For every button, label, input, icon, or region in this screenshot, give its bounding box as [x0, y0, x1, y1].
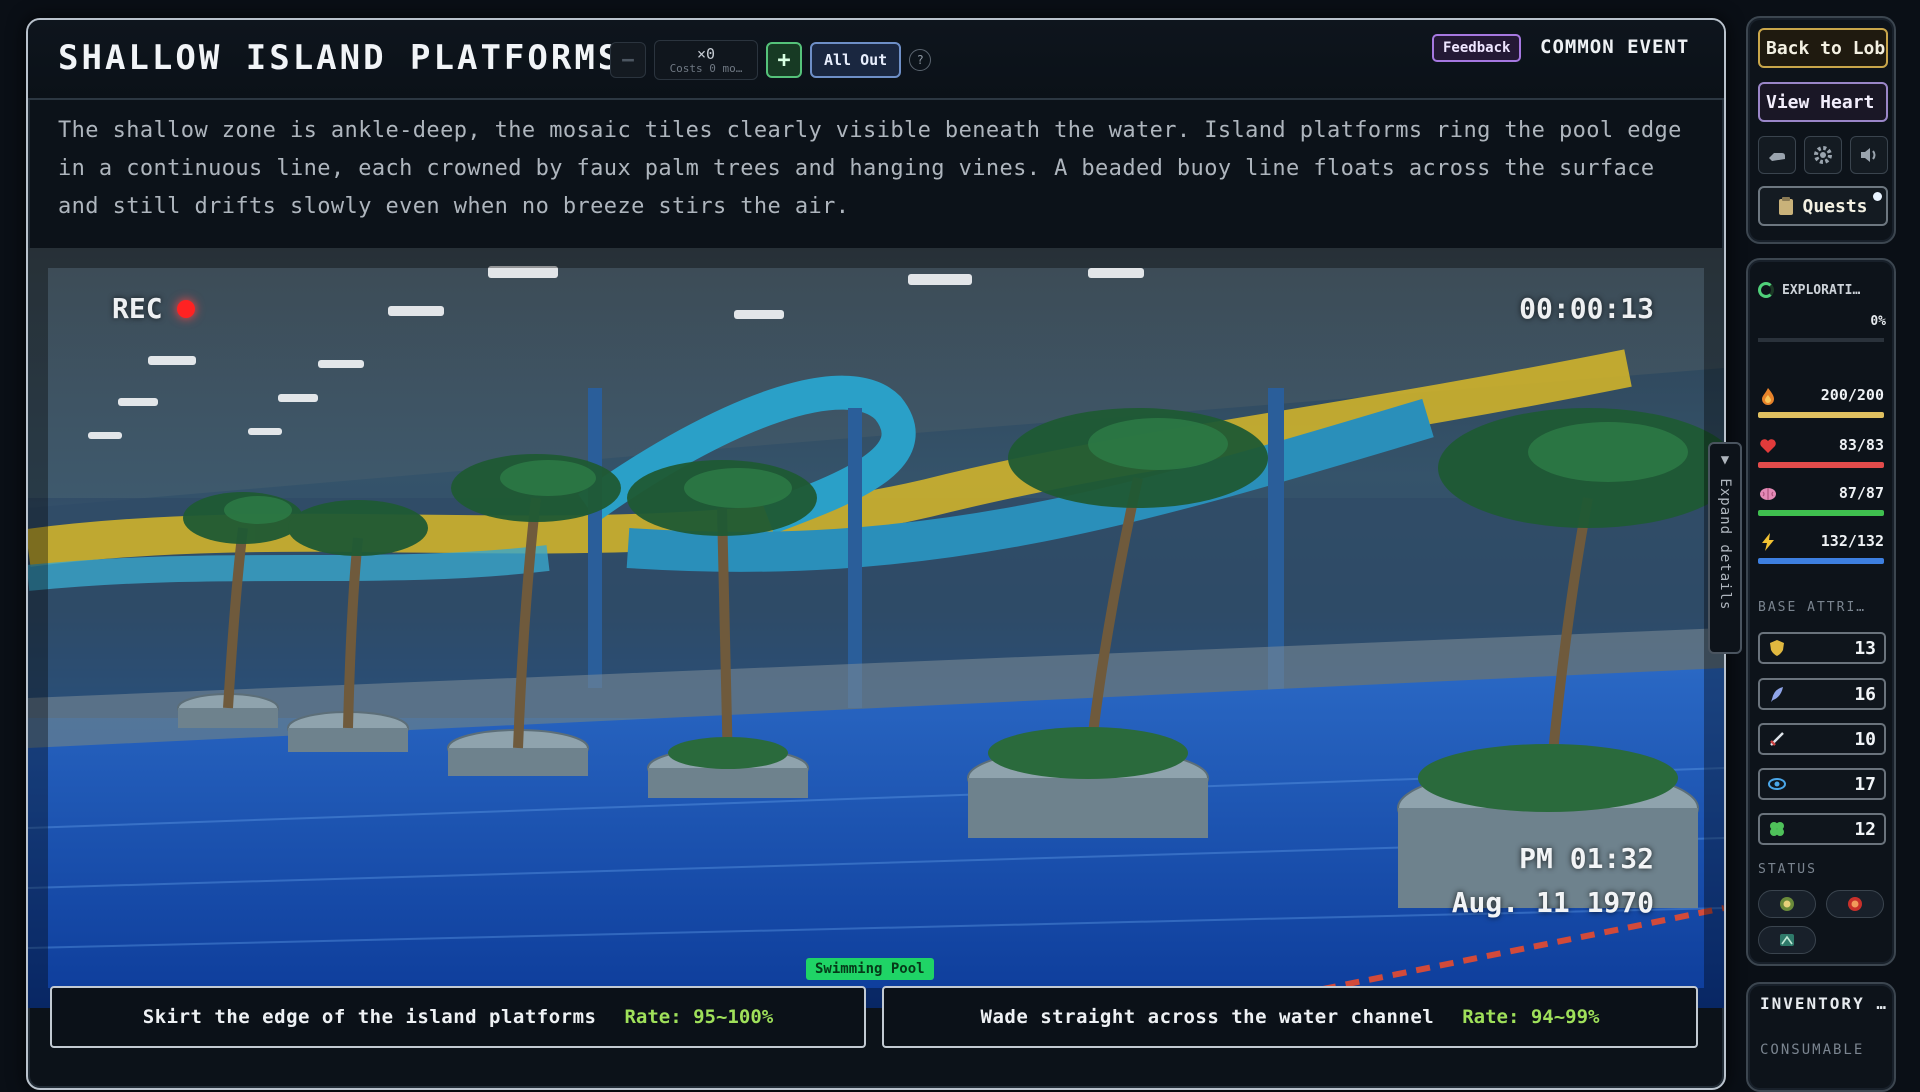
stamina-value: 200/200: [1820, 386, 1884, 404]
decrease-button[interactable]: −: [610, 42, 646, 78]
map-icon: [1780, 934, 1794, 946]
gear-icon[interactable]: [1804, 136, 1842, 174]
expand-details-label: ▼ Expand details: [1717, 452, 1733, 611]
exploration-row: EXPLORATI…: [1758, 282, 1860, 298]
attribute-value: 10: [1854, 729, 1876, 750]
energy-bar: [1758, 558, 1884, 564]
event-description: The shallow zone is ankle-deep, the mosa…: [58, 118, 1682, 219]
clover-icon: [1770, 822, 1784, 836]
choice-rate: Rate: 94~99%: [1462, 1006, 1600, 1028]
exploration-label: EXPLORATI…: [1782, 282, 1861, 298]
choice-text: Wade straight across the water channel: [980, 1006, 1435, 1028]
health-row: 83/83: [1758, 432, 1884, 472]
choice-skirt-edge[interactable]: Skirt the edge of the island platforms R…: [50, 986, 866, 1048]
nav-card: Back to Lobby View Heart Quests: [1746, 16, 1896, 244]
attribute-luck: 12: [1758, 813, 1886, 845]
health-value: 83/83: [1838, 436, 1884, 454]
sanity-bar-fill: [1758, 510, 1884, 516]
inventory-title[interactable]: INVENTORY …: [1760, 994, 1888, 1013]
effort-count: ×0 Costs 0 mo…: [654, 40, 758, 80]
speaker-icon[interactable]: [1850, 136, 1888, 174]
health-bar: [1758, 462, 1884, 468]
stamina-bar: [1758, 412, 1884, 418]
view-heart-button[interactable]: View Heart: [1758, 82, 1888, 122]
status-effect-1[interactable]: [1758, 890, 1816, 918]
record-dot-icon: [176, 299, 195, 318]
quests-label: Quests: [1802, 195, 1868, 217]
attribute-value: 13: [1854, 638, 1876, 659]
back-to-lobby-button[interactable]: Back to Lobby: [1758, 28, 1888, 68]
increase-button[interactable]: +: [766, 42, 802, 78]
inventory-card: INVENTORY … CONSUMABLE: [1746, 982, 1896, 1092]
exploration-bar: [1758, 338, 1884, 342]
hand-icon[interactable]: [1758, 136, 1796, 174]
flame-icon: [1762, 388, 1774, 405]
effort-stepper: − ×0 Costs 0 mo… + All Out ?: [610, 40, 932, 80]
status-effect-2[interactable]: [1826, 890, 1884, 918]
event-type-label: COMMON EVENT: [1540, 36, 1690, 58]
quick-icons: [1758, 136, 1888, 174]
consumable-label: CONSUMABLE: [1760, 1042, 1865, 1058]
stamina-bar-fill: [1758, 412, 1884, 418]
base-attributes-label: BASE ATTRI…: [1758, 600, 1867, 615]
attribute-value: 12: [1854, 819, 1876, 840]
attribute-perception: 17: [1758, 768, 1886, 800]
badge-icon: [1780, 897, 1794, 911]
alarm-icon: [1848, 897, 1862, 911]
status-effect-3[interactable]: [1758, 926, 1816, 954]
attribute-value: 17: [1854, 774, 1876, 795]
energy-row: 132/132: [1758, 528, 1884, 568]
feedback-button[interactable]: Feedback: [1432, 34, 1522, 62]
choice-rate: Rate: 95~100%: [624, 1006, 774, 1028]
attribute-strength: 10: [1758, 723, 1886, 755]
brain-icon: [1760, 488, 1776, 500]
exploration-percent: 0%: [1870, 314, 1886, 329]
eye-icon: [1768, 778, 1786, 790]
sanity-row: 87/87: [1758, 480, 1884, 520]
status-label: STATUS: [1758, 862, 1817, 877]
energy-value: 132/132: [1820, 532, 1884, 550]
feather-icon: [1771, 687, 1783, 702]
rec-label: REC: [112, 292, 163, 325]
rec-indicator: REC: [112, 292, 195, 325]
location-tag: Swimming Pool: [806, 958, 934, 980]
event-title: SHALLOW ISLAND PLATFORMS: [58, 38, 622, 78]
attribute-defense: 13: [1758, 632, 1886, 664]
event-header: SHALLOW ISLAND PLATFORMS − ×0 Costs 0 mo…: [28, 20, 1724, 100]
clipboard-icon: [1779, 197, 1794, 215]
sanity-bar: [1758, 510, 1884, 516]
effort-count-value: ×0: [696, 44, 716, 63]
lightning-icon: [1762, 533, 1774, 551]
effort-cost: Costs 0 mo…: [669, 61, 743, 75]
heart-icon: [1760, 439, 1776, 453]
attribute-agility: 16: [1758, 678, 1886, 710]
shield-icon: [1770, 640, 1784, 656]
all-out-button[interactable]: All Out: [810, 42, 902, 78]
health-bar-fill: [1758, 462, 1884, 468]
help-icon[interactable]: ?: [909, 49, 932, 71]
time-stamp: PM 01:32: [1519, 842, 1654, 875]
choice-text: Skirt the edge of the island platforms: [142, 1006, 597, 1028]
scene-image: REC 00:00:13 PM 01:32 Aug. 11 1970 Swimm…: [28, 248, 1724, 1008]
recording-timer: 00:00:13: [1519, 292, 1654, 325]
event-panel: SHALLOW ISLAND PLATFORMS − ×0 Costs 0 mo…: [26, 18, 1726, 1090]
quests-button[interactable]: Quests: [1758, 186, 1888, 226]
expand-details-tab[interactable]: ▼ Expand details: [1708, 442, 1742, 654]
sword-icon: [1770, 732, 1784, 746]
stamina-row: 200/200: [1758, 382, 1884, 422]
energy-bar-fill: [1758, 558, 1884, 564]
choice-wade-across[interactable]: Wade straight across the water channel R…: [882, 986, 1698, 1048]
exploration-ring-icon: [1758, 282, 1774, 298]
date-stamp: Aug. 11 1970: [1451, 886, 1654, 919]
sanity-value: 87/87: [1838, 484, 1884, 502]
stats-card: EXPLORATI… 0% 200/200 83/83 87/87 132/13…: [1746, 258, 1896, 966]
notification-dot-icon: [1873, 192, 1882, 201]
attribute-value: 16: [1854, 684, 1876, 705]
